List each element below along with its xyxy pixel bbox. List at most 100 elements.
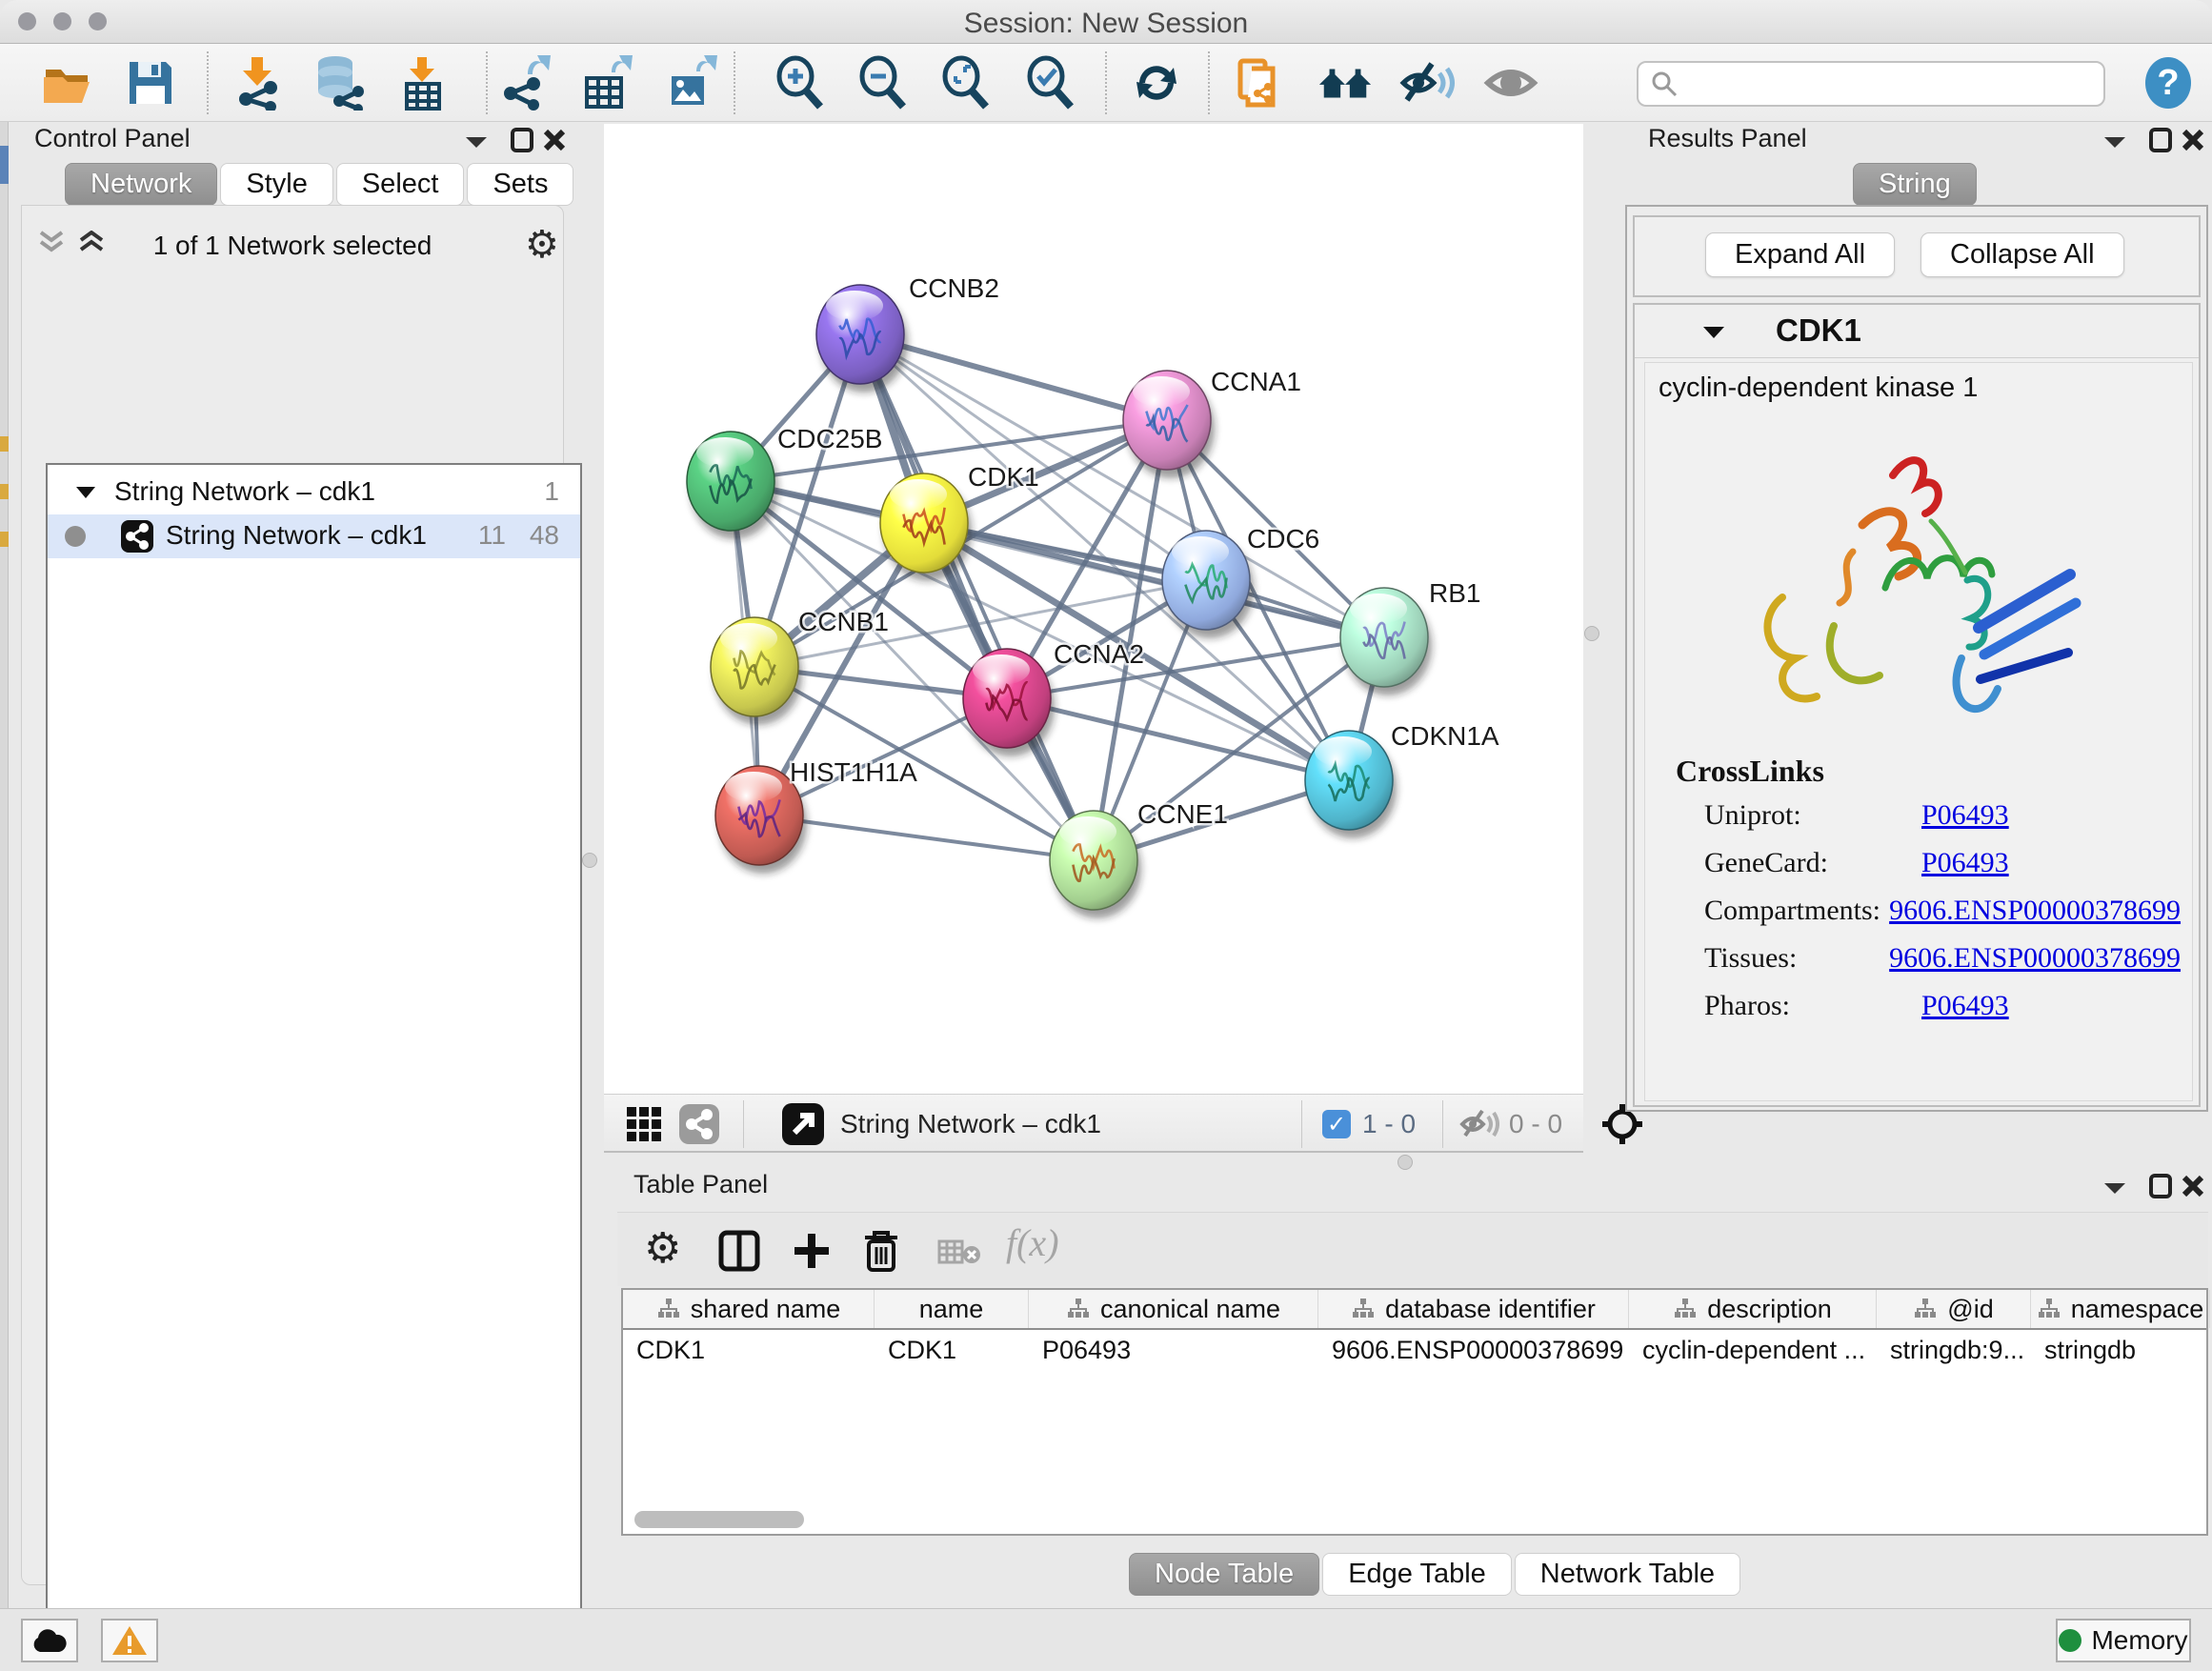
tab-node-table[interactable]: Node Table — [1129, 1553, 1319, 1596]
control-panel-float-icon[interactable] — [464, 133, 489, 151]
node-label-rb1: RB1 — [1429, 578, 1480, 608]
column-header-canonical-name[interactable]: canonical name — [1029, 1290, 1318, 1328]
search-input[interactable] — [1637, 61, 2105, 107]
network-graph[interactable]: CCNB2CCNA1CDC25BCDK1CDC6RB1CCNB1CCNA2CDK… — [604, 124, 1583, 1094]
add-column-icon[interactable] — [791, 1230, 833, 1272]
hide-selected-button[interactable] — [1399, 54, 1457, 111]
node-gloss — [1350, 594, 1407, 624]
results-panel-close-icon[interactable] — [2182, 128, 2204, 152]
control-panel-undock-icon[interactable] — [511, 128, 533, 152]
bottom-splitter-handle[interactable] — [1398, 1155, 1413, 1170]
tab-edge-table[interactable]: Edge Table — [1322, 1553, 1512, 1596]
results-panel-undock-icon[interactable] — [2149, 128, 2172, 152]
gene-header-row[interactable]: CDK1 — [1635, 305, 2199, 358]
memory-button[interactable]: Memory — [2056, 1619, 2191, 1662]
table-header-row: shared namenamecanonical namedatabase id… — [623, 1290, 2206, 1330]
selected-checkbox-icon[interactable]: ✓ — [1322, 1110, 1351, 1138]
open-session-button[interactable] — [38, 54, 95, 111]
tab-network-table[interactable]: Network Table — [1515, 1553, 1740, 1596]
table-cell[interactable]: CDK1 — [875, 1330, 1029, 1370]
tab-select[interactable]: Select — [336, 163, 465, 206]
expand-all-button[interactable]: Expand All — [1705, 232, 1895, 277]
table-row[interactable]: CDK1CDK1P064939606.ENSP00000378699cyclin… — [623, 1330, 2206, 1370]
first-neighbors-button[interactable] — [1317, 54, 1374, 111]
column-header-name[interactable]: name — [875, 1290, 1029, 1328]
horizontal-scrollbar-thumb[interactable] — [634, 1511, 804, 1528]
network-selected-status: 1 of 1 Network selected — [22, 231, 563, 261]
import-table-button[interactable] — [394, 54, 452, 111]
network-collection-row[interactable]: String Network – cdk1 1 — [48, 473, 580, 514]
apply-layout-button[interactable] — [1128, 54, 1185, 111]
export-table-button[interactable] — [578, 54, 635, 111]
network-node-ccne1[interactable] — [1050, 811, 1141, 918]
export-network-button[interactable] — [496, 54, 553, 111]
tree-expander-icon[interactable] — [74, 484, 97, 501]
table-panel-float-icon[interactable] — [2102, 1179, 2127, 1197]
table-cell[interactable]: 9606.ENSP00000378699 — [1318, 1330, 1629, 1370]
tab-sets[interactable]: Sets — [467, 163, 573, 206]
toolbar-separator — [1105, 51, 1107, 114]
column-header-description[interactable]: description — [1629, 1290, 1877, 1328]
table-options-gear-icon[interactable]: ⚙ — [644, 1224, 681, 1273]
node-gloss — [1133, 376, 1190, 407]
results-panel-float-icon[interactable] — [2102, 133, 2127, 151]
tab-string[interactable]: String — [1853, 163, 1977, 206]
control-panel-close-icon[interactable] — [543, 128, 566, 152]
left-splitter-handle[interactable] — [582, 853, 597, 868]
show-columns-icon[interactable] — [718, 1230, 760, 1272]
table-cell[interactable]: P06493 — [1029, 1330, 1318, 1370]
zoom-out-button[interactable] — [855, 54, 912, 111]
gene-expander-icon[interactable] — [1701, 324, 1726, 341]
export-image-button[interactable] — [663, 54, 720, 111]
crosslink-link[interactable]: 9606.ENSP00000378699 — [1889, 895, 2181, 927]
open-view-in-new-window-button[interactable] — [781, 1102, 825, 1146]
network-tree: String Network – cdk1 1 String Network –… — [46, 463, 582, 1671]
network-row-selected[interactable]: String Network – cdk1 11 48 — [48, 514, 580, 558]
delete-column-icon[interactable] — [861, 1228, 901, 1274]
warnings-button[interactable] — [101, 1619, 158, 1662]
table-panel-close-icon[interactable] — [2182, 1174, 2204, 1198]
svg-text:?: ? — [2157, 63, 2179, 103]
crosslink-link[interactable]: P06493 — [1921, 799, 2009, 832]
zoom-in-button[interactable] — [772, 54, 829, 111]
grid-view-button[interactable] — [625, 1102, 663, 1146]
tab-style[interactable]: Style — [220, 163, 332, 206]
network-node-ccna1[interactable] — [1123, 371, 1215, 478]
network-options-gear-icon[interactable]: ⚙ — [525, 223, 559, 267]
table-cell[interactable]: stringdb:9... — [1877, 1330, 2031, 1370]
network-node-rb1[interactable] — [1340, 588, 1432, 695]
network-canvas[interactable]: CCNB2CCNA1CDC25BCDK1CDC6RB1CCNB1CCNA2CDK… — [604, 124, 1583, 1094]
table-panel-undock-icon[interactable] — [2149, 1174, 2172, 1198]
table-cell[interactable]: stringdb — [2031, 1330, 2210, 1370]
network-view-mode-button[interactable] — [678, 1102, 720, 1146]
network-node-ccnb2[interactable] — [816, 285, 908, 393]
export-network-icon — [497, 55, 553, 111]
table-cell[interactable]: cyclin-dependent ... — [1629, 1330, 1877, 1370]
network-node-cdc25b[interactable] — [687, 432, 778, 539]
import-network-from-database-button[interactable] — [310, 54, 367, 111]
crosslink-link[interactable]: 9606.ENSP00000378699 — [1889, 942, 2181, 975]
crosslink-label: Compartments: — [1704, 895, 1889, 927]
network-edge[interactable] — [759, 815, 1094, 860]
column-header-label: namespace — [2071, 1295, 2204, 1324]
import-network-button[interactable] — [230, 54, 287, 111]
help-button[interactable]: ? — [2140, 54, 2197, 111]
crosslink-link[interactable]: P06493 — [1921, 847, 2009, 879]
zoom-fit-button[interactable] — [937, 54, 995, 111]
column-header-namespace[interactable]: namespace — [2031, 1290, 2210, 1328]
clone-network-button[interactable] — [1232, 54, 1289, 111]
collapse-all-button[interactable]: Collapse All — [1920, 232, 2124, 277]
network-node-cdkn1a[interactable] — [1305, 731, 1397, 838]
column-header-id[interactable]: @id — [1877, 1290, 2031, 1328]
zoom-selected-button[interactable] — [1022, 54, 1079, 111]
cloud-status-button[interactable] — [21, 1619, 78, 1662]
save-session-button[interactable] — [122, 54, 179, 111]
column-header-database-identifier[interactable]: database identifier — [1318, 1290, 1629, 1328]
network-node-cdk1[interactable] — [880, 473, 972, 581]
table-cell[interactable]: CDK1 — [623, 1330, 875, 1370]
crosslink-link[interactable]: P06493 — [1921, 990, 2009, 1022]
tab-network[interactable]: Network — [65, 163, 217, 206]
right-splitter-handle[interactable] — [1584, 626, 1599, 641]
show-all-button[interactable] — [1482, 54, 1539, 111]
column-header-shared-name[interactable]: shared name — [623, 1290, 875, 1328]
